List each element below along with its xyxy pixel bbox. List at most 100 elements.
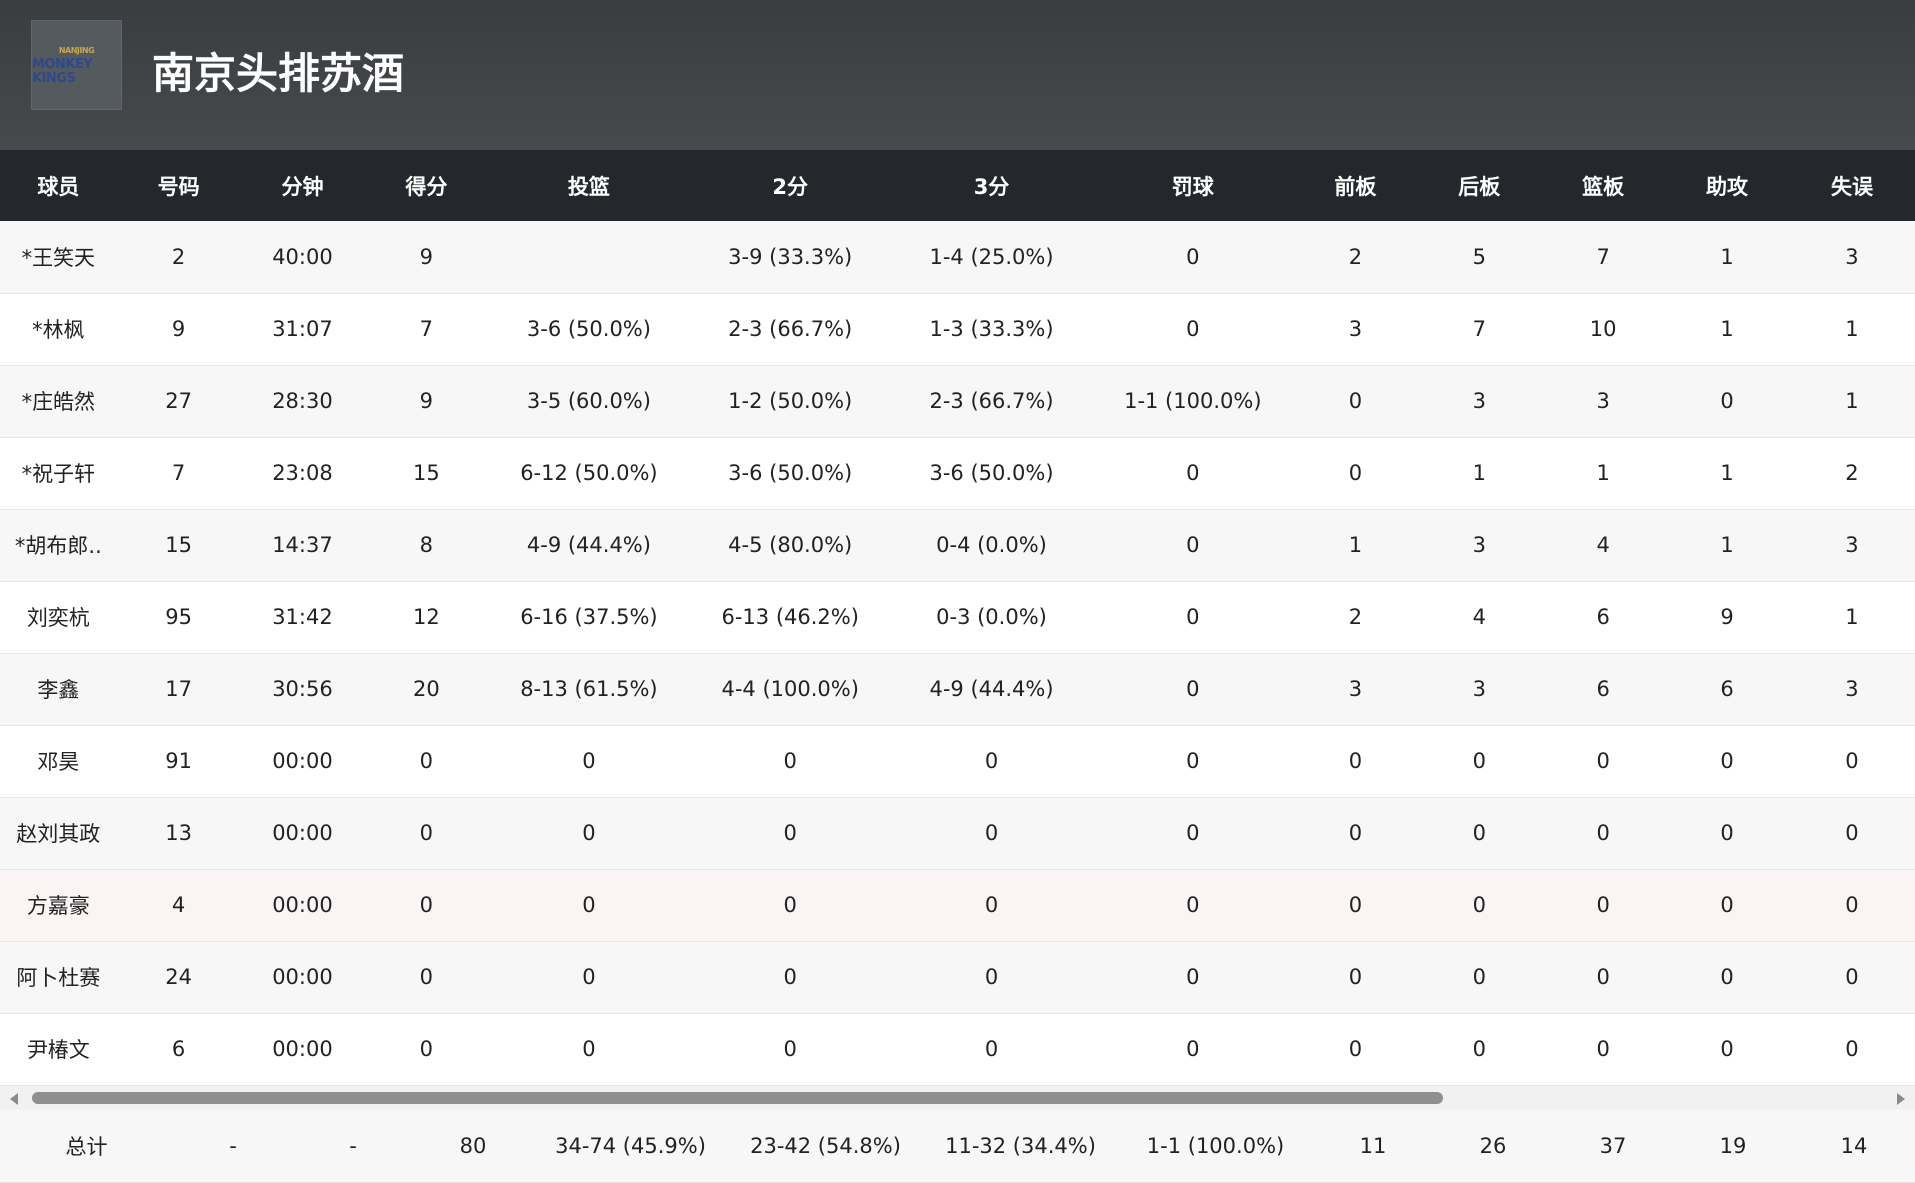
col-header[interactable]: 2分 bbox=[689, 150, 891, 221]
stat-cell-oreb: 3 bbox=[1293, 293, 1418, 366]
stat-cell-min: 00:00 bbox=[240, 797, 365, 870]
col-header[interactable]: 后板 bbox=[1417, 150, 1542, 221]
totals-oreb: 11 bbox=[1313, 1109, 1433, 1183]
stat-cell-num: 13 bbox=[116, 797, 241, 870]
stat-cell-ft: 1-1 (100.0%) bbox=[1092, 365, 1294, 438]
stat-cell-ast: 1 bbox=[1665, 293, 1789, 366]
stat-cell-tov: 1 bbox=[1788, 581, 1915, 654]
stat-cell-reb: 10 bbox=[1541, 293, 1666, 366]
stat-cell-two: 1-2 (50.0%) bbox=[689, 365, 891, 438]
stat-cell-pts: 7 bbox=[364, 293, 489, 366]
stat-cell-reb: 0 bbox=[1541, 725, 1666, 798]
player-name-cell[interactable]: 刘奕杭 bbox=[0, 581, 117, 654]
stat-cell-min: 00:00 bbox=[240, 869, 365, 942]
stat-cell-tov: 0 bbox=[1788, 797, 1915, 870]
col-header[interactable]: 分钟 bbox=[240, 150, 365, 221]
stat-cell-reb: 0 bbox=[1541, 797, 1666, 870]
stat-cell-ft: 0 bbox=[1092, 869, 1294, 942]
stat-cell-min: 14:37 bbox=[240, 509, 365, 582]
col-header[interactable]: 得分 bbox=[364, 150, 489, 221]
stat-cell-ast: 0 bbox=[1665, 941, 1789, 1014]
stat-cell-two: 6-13 (46.2%) bbox=[689, 581, 891, 654]
table-row: *林枫 9 31:07 7 3-6 (50.0%) 2-3 (66.7%) 1-3 (33.… bbox=[0, 293, 1915, 366]
player-name-cell[interactable]: *祝子轩 bbox=[0, 437, 117, 510]
totals-dreb: 26 bbox=[1433, 1109, 1553, 1183]
stat-cell-num: 4 bbox=[116, 869, 241, 942]
player-name-cell[interactable]: 尹椿文 bbox=[0, 1013, 117, 1086]
stat-cell-ast: 0 bbox=[1665, 797, 1789, 870]
col-header[interactable]: 篮板 bbox=[1541, 150, 1666, 221]
stat-cell-two: 4-5 (80.0%) bbox=[689, 509, 891, 582]
stat-cell-num: 15 bbox=[116, 509, 241, 582]
stat-cell-oreb: 0 bbox=[1293, 437, 1418, 510]
player-name-cell[interactable]: *王笑天 bbox=[0, 221, 117, 294]
stat-cell-pts: 0 bbox=[364, 869, 489, 942]
stat-cell-ft: 0 bbox=[1092, 1013, 1294, 1086]
stat-cell-num: 95 bbox=[116, 581, 241, 654]
col-header[interactable]: 3分 bbox=[890, 150, 1093, 221]
stat-cell-ast: 0 bbox=[1665, 725, 1789, 798]
stat-cell-num: 24 bbox=[116, 941, 241, 1014]
stat-cell-three: 4-9 (44.4%) bbox=[890, 653, 1093, 726]
player-name-cell[interactable]: 赵刘其政 bbox=[0, 797, 117, 870]
player-name-cell[interactable]: *庄皓然 bbox=[0, 365, 117, 438]
totals-row: 总计 - - 80 34-74 (45.9%) 23-42 (54.8%) 11… bbox=[0, 1109, 1915, 1183]
totals-three: 11-32 (34.4%) bbox=[923, 1109, 1118, 1183]
scroll-right-icon[interactable] bbox=[1897, 1092, 1905, 1105]
col-header[interactable]: 罚球 bbox=[1092, 150, 1294, 221]
stat-cell-min: 31:42 bbox=[240, 581, 365, 654]
stat-cell-oreb: 0 bbox=[1293, 725, 1418, 798]
stat-cell-dreb: 0 bbox=[1417, 941, 1542, 1014]
horizontal-scrollbar[interactable] bbox=[0, 1085, 1915, 1110]
stat-cell-dreb: 1 bbox=[1417, 437, 1542, 510]
player-name-cell[interactable]: *林枫 bbox=[0, 293, 117, 366]
stat-cell-three: 0 bbox=[890, 1013, 1093, 1086]
totals-tov: 14 bbox=[1793, 1109, 1915, 1183]
scrollbar-thumb[interactable] bbox=[32, 1091, 1443, 1104]
col-header[interactable]: 号码 bbox=[116, 150, 241, 221]
scroll-left-icon[interactable] bbox=[10, 1092, 18, 1105]
stat-cell-three: 1-3 (33.3%) bbox=[890, 293, 1093, 366]
stat-cell-reb: 7 bbox=[1541, 221, 1666, 294]
totals-label: 总计 bbox=[0, 1109, 173, 1183]
stat-cell-fg: 6-12 (50.0%) bbox=[488, 437, 690, 510]
stat-cell-reb: 0 bbox=[1541, 869, 1666, 942]
stat-cell-two: 2-3 (66.7%) bbox=[689, 293, 891, 366]
table-row: 阿卜杜赛 24 00:00 0 0 0 0 0 0 0 0 0 0 bbox=[0, 941, 1915, 1014]
stat-cell-three: 3-6 (50.0%) bbox=[890, 437, 1093, 510]
stat-cell-tov: 2 bbox=[1788, 437, 1915, 510]
stat-cell-reb: 6 bbox=[1541, 653, 1666, 726]
player-name-cell[interactable]: 方嘉豪 bbox=[0, 869, 117, 942]
player-name-cell[interactable]: 阿卜杜赛 bbox=[0, 941, 117, 1014]
player-name-cell[interactable]: 邓昊 bbox=[0, 725, 117, 798]
stat-cell-min: 00:00 bbox=[240, 1013, 365, 1086]
stat-cell-tov: 0 bbox=[1788, 941, 1915, 1014]
stat-cell-dreb: 4 bbox=[1417, 581, 1542, 654]
team-header: NANJING MONKEY KINGS 南京头排苏酒 bbox=[0, 0, 1915, 150]
stat-cell-ft: 0 bbox=[1092, 581, 1294, 654]
stat-cell-two: 0 bbox=[689, 941, 891, 1014]
col-header[interactable]: 失误 bbox=[1788, 150, 1915, 221]
stat-cell-pts: 8 bbox=[364, 509, 489, 582]
stat-cell-ast: 0 bbox=[1665, 365, 1789, 438]
col-header[interactable]: 球员 bbox=[0, 150, 117, 221]
stat-cell-dreb: 0 bbox=[1417, 1013, 1542, 1086]
player-rows: *王笑天 2 40:00 9 3-9 (33.3%) 1-4 (25.0%) 0 2 5 7 1 3 *… bbox=[0, 221, 1915, 1086]
stat-cell-reb: 0 bbox=[1541, 1013, 1666, 1086]
stat-cell-fg: 3-5 (60.0%) bbox=[488, 365, 690, 438]
stat-cell-fg: 0 bbox=[488, 797, 690, 870]
stat-cell-dreb: 0 bbox=[1417, 869, 1542, 942]
col-header[interactable]: 助攻 bbox=[1665, 150, 1789, 221]
stat-cell-num: 9 bbox=[116, 293, 241, 366]
player-name-cell[interactable]: 李鑫 bbox=[0, 653, 117, 726]
stat-cell-two: 0 bbox=[689, 1013, 891, 1086]
stat-cell-min: 30:56 bbox=[240, 653, 365, 726]
stat-cell-dreb: 3 bbox=[1417, 365, 1542, 438]
col-header[interactable]: 投篮 bbox=[488, 150, 690, 221]
player-name-cell[interactable]: *胡布郎.. bbox=[0, 509, 117, 582]
stat-cell-num: 27 bbox=[116, 365, 241, 438]
stat-cell-ast: 1 bbox=[1665, 221, 1789, 294]
stat-cell-pts: 20 bbox=[364, 653, 489, 726]
table-row: 赵刘其政 13 00:00 0 0 0 0 0 0 0 0 0 0 bbox=[0, 797, 1915, 870]
col-header[interactable]: 前板 bbox=[1293, 150, 1418, 221]
